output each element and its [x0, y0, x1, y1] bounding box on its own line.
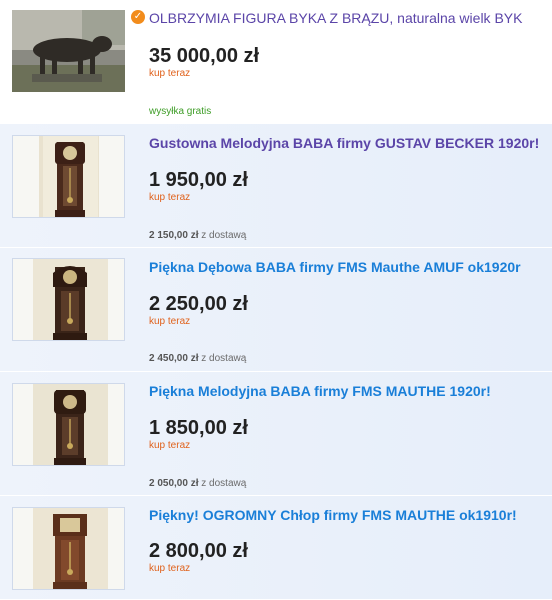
shipping-total-price: 2 450,00 zł	[149, 353, 199, 364]
shipping-total-suffix: z dostawą	[201, 478, 247, 489]
buy-now-label: kup teraz	[149, 192, 191, 203]
shipping-total: 2 450,00 zł z dostawą	[149, 353, 246, 364]
listing-thumbnail[interactable]	[12, 135, 125, 218]
listing-item[interactable]: ✓ OLBRZYMIA FIGURA BYKA Z BRĄZU, natural…	[0, 0, 552, 124]
buy-now-label: kup teraz	[149, 563, 191, 574]
listing-thumbnail[interactable]	[12, 258, 125, 341]
listing-item[interactable]: Piękna Dębowa BABA firmy FMS Mauthe AMUF…	[0, 248, 552, 372]
shipping-total: 2 150,00 zł z dostawą	[149, 230, 246, 241]
listing-price: 1 950,00 zł	[149, 169, 248, 191]
listing-thumbnail[interactable]	[12, 507, 125, 590]
check-circle-icon: ✓	[131, 10, 145, 24]
listing-title-link[interactable]: Piękna Dębowa BABA firmy FMS Mauthe AMUF…	[149, 259, 546, 275]
grandfather-clock-image	[13, 136, 124, 217]
listing-title-link[interactable]: Piękny! OGROMNY Chłop firmy FMS MAUTHE o…	[149, 507, 546, 523]
shipping-total-price: 2 050,00 zł	[149, 478, 199, 489]
shipping-total-suffix: z dostawą	[201, 353, 247, 364]
buy-now-label: kup teraz	[149, 440, 191, 451]
listing-price: 2 800,00 zł	[149, 540, 248, 562]
shipping-total-suffix: z dostawą	[201, 230, 247, 241]
listing-item[interactable]: Piękny! OGROMNY Chłop firmy FMS MAUTHE o…	[0, 496, 552, 600]
shipping-total-price: 2 150,00 zł	[149, 230, 199, 241]
listing-price: 35 000,00 zł	[149, 45, 260, 67]
listing-item[interactable]: Piękna Melodyjna BABA firmy FMS MAUTHE 1…	[0, 372, 552, 496]
listing-price: 1 850,00 zł	[149, 417, 248, 439]
listing-thumbnail[interactable]	[12, 10, 125, 92]
listing-item[interactable]: Gustowna Melodyjna BABA firmy GUSTAV BEC…	[0, 124, 552, 248]
listing-title-link[interactable]: Piękna Melodyjna BABA firmy FMS MAUTHE 1…	[149, 383, 546, 399]
grandfather-clock-image	[13, 508, 124, 589]
listing-title-link[interactable]: OLBRZYMIA FIGURA BYKA Z BRĄZU, naturalna…	[149, 10, 546, 26]
listing-price: 2 250,00 zł	[149, 293, 248, 315]
bull-statue-image	[12, 10, 125, 92]
shipping-total: 2 050,00 zł z dostawą	[149, 478, 246, 489]
grandfather-clock-image	[13, 259, 124, 340]
grandfather-clock-image	[13, 384, 124, 465]
buy-now-label: kup teraz	[149, 316, 191, 327]
listing-thumbnail[interactable]	[12, 383, 125, 466]
buy-now-label: kup teraz	[149, 68, 191, 79]
listing-title-link[interactable]: Gustowna Melodyjna BABA firmy GUSTAV BEC…	[149, 135, 546, 151]
free-shipping-label: wysyłka gratis	[149, 106, 212, 117]
